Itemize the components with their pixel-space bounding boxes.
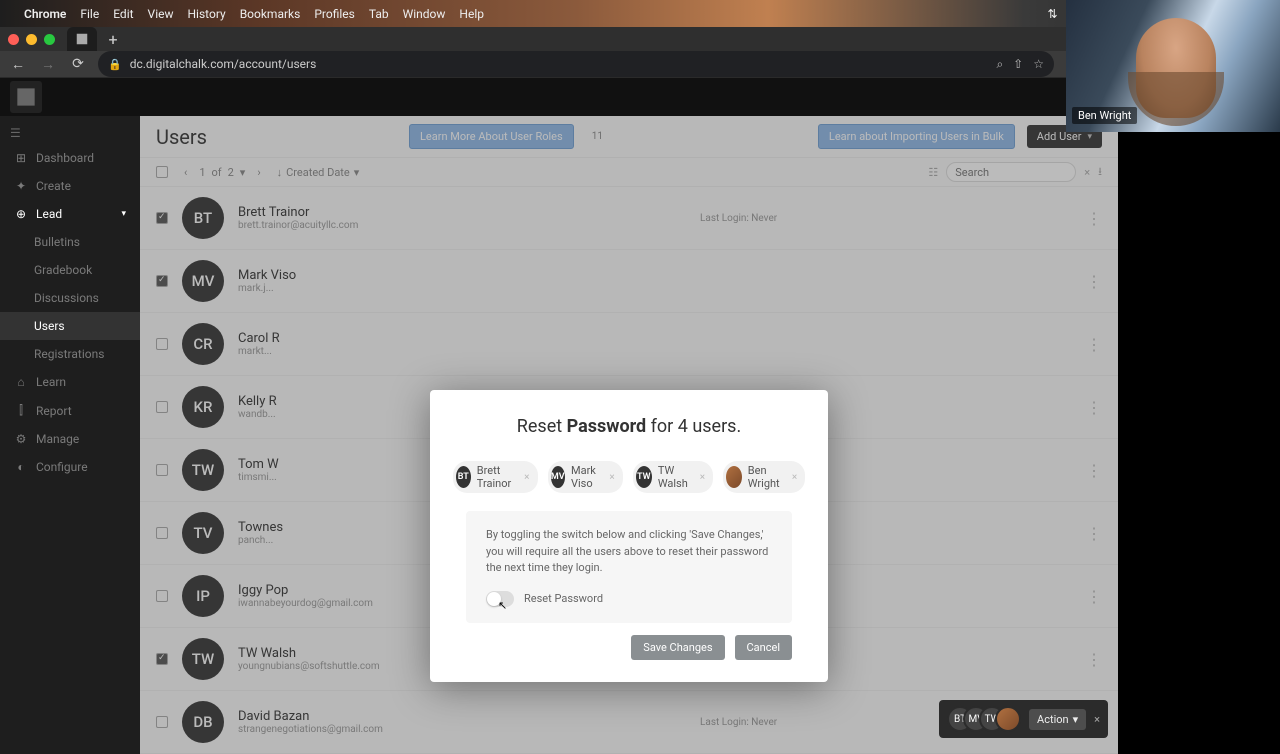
modal-description-block: By toggling the switch below and clickin… (466, 511, 792, 623)
app-header (0, 78, 1118, 116)
app-logo[interactable] (10, 81, 42, 113)
chip-name: Ben Wright (748, 464, 786, 490)
minimize-window-button[interactable] (26, 34, 37, 45)
sidebar-subitem[interactable]: Registrations (0, 340, 140, 368)
search-in-page-icon[interactable]: ⌕ (996, 57, 1003, 72)
bulk-action-toast: BTMVTW Action ▾ × (939, 700, 1108, 738)
sidebar-icon: ⫿ (14, 403, 28, 418)
chevron-down-icon: ▾ (1073, 713, 1079, 726)
sidebar-icon: ◐ (14, 460, 28, 474)
chip-name: TW Walsh (658, 464, 694, 490)
chevron-icon: ▾ (121, 209, 126, 219)
forward-button[interactable]: → (38, 56, 58, 73)
back-button[interactable]: ← (8, 56, 28, 73)
window-controls (8, 34, 55, 45)
user-chip: MV Mark Viso × (548, 461, 623, 493)
reset-password-toggle-row: ↖ Reset Password (486, 591, 772, 608)
menu-window[interactable]: Window (403, 7, 446, 21)
sidebar-subitem[interactable]: Discussions (0, 284, 140, 312)
menu-profiles[interactable]: Profiles (314, 7, 355, 21)
sidebar-item[interactable]: ✦Create (0, 172, 140, 200)
bookmark-star-icon[interactable]: ☆ (1033, 57, 1044, 72)
save-changes-button[interactable]: Save Changes (631, 635, 724, 660)
url-text: dc.digitalchalk.com/account/users (130, 57, 317, 71)
sidebar-item[interactable]: ⌂Learn (0, 368, 140, 396)
app-sidebar: ☰ ⊞Dashboard✦Create⊕Lead▾BulletinsGradeb… (0, 116, 140, 754)
sidebar-item[interactable]: ⫿Report (0, 396, 140, 425)
app-viewport: ☰ ⊞Dashboard✦Create⊕Lead▾BulletinsGradeb… (0, 78, 1118, 754)
modal-description: By toggling the switch below and clickin… (486, 527, 772, 577)
toast-close-button[interactable]: × (1094, 713, 1100, 726)
menubar-app-name[interactable]: Chrome (24, 7, 66, 21)
chip-avatar (726, 466, 742, 488)
sidebar-icon: ⊞ (14, 151, 28, 165)
sidebar-item[interactable]: ⊕Lead▾ (0, 200, 140, 228)
sidebar-icon: ⌂ (14, 375, 28, 389)
chip-avatar: MV (551, 466, 565, 488)
menu-edit[interactable]: Edit (113, 7, 133, 21)
sidebar-item[interactable]: ⚙Manage (0, 425, 140, 453)
chip-name: Mark Viso (571, 464, 603, 490)
menu-view[interactable]: View (148, 7, 174, 21)
sidebar-collapse-button[interactable]: ☰ (0, 122, 140, 144)
reset-password-toggle[interactable] (486, 591, 514, 607)
tab-strip: + (0, 27, 1118, 51)
share-icon[interactable]: ⇧ (1013, 57, 1023, 72)
sidebar-icon: ✦ (14, 179, 28, 193)
chip-avatar: BT (456, 466, 471, 488)
chip-remove-button[interactable]: × (524, 472, 529, 483)
chip-name: Brett Trainor (477, 464, 518, 490)
menu-tab[interactable]: Tab (369, 7, 389, 21)
menu-file[interactable]: File (80, 7, 99, 21)
new-tab-button[interactable]: + (101, 27, 125, 51)
browser-toolbar: ← → ⟳ 🔒 dc.digitalchalk.com/account/user… (0, 51, 1118, 77)
menu-history[interactable]: History (188, 7, 226, 21)
toast-avatar (995, 706, 1021, 732)
modal-actions: Save Changes Cancel (466, 635, 792, 660)
reset-password-modal: Reset Password for 4 users. BT Brett Tra… (430, 390, 828, 682)
selected-users-chips: BT Brett Trainor ×MV Mark Viso ×TW TW Wa… (466, 461, 792, 493)
modal-title: Reset Password for 4 users. (466, 416, 792, 437)
user-chip: Ben Wright × (723, 461, 805, 493)
lock-icon: 🔒 (108, 58, 122, 71)
menu-bookmarks[interactable]: Bookmarks (240, 7, 301, 21)
sidebar-subitem[interactable]: Users (0, 312, 140, 340)
user-chip: TW TW Walsh × (633, 461, 713, 493)
close-window-button[interactable] (8, 34, 19, 45)
browser-tab[interactable] (67, 27, 97, 51)
sidebar-item[interactable]: ◐Configure (0, 453, 140, 481)
user-chip: BT Brett Trainor × (453, 461, 538, 493)
omnibox[interactable]: 🔒 dc.digitalchalk.com/account/users ⌕ ⇧ … (98, 51, 1054, 77)
status-icon[interactable]: ⇅ (1047, 7, 1057, 21)
sidebar-subitem[interactable]: Gradebook (0, 256, 140, 284)
chip-avatar: TW (636, 466, 652, 488)
zoom-window-button[interactable] (44, 34, 55, 45)
browser-window: + ← → ⟳ 🔒 dc.digitalchalk.com/account/us… (0, 27, 1118, 710)
sidebar-icon: ⚙ (14, 432, 28, 446)
chip-remove-button[interactable]: × (792, 472, 797, 483)
webcam-name-label: Ben Wright (1072, 107, 1137, 124)
reload-button[interactable]: ⟳ (68, 56, 88, 72)
menu-help[interactable]: Help (459, 7, 484, 21)
cancel-button[interactable]: Cancel (735, 635, 792, 660)
sidebar-item[interactable]: ⊞Dashboard (0, 144, 140, 172)
bulk-action-button[interactable]: Action ▾ (1029, 709, 1086, 730)
chip-remove-button[interactable]: × (609, 472, 614, 483)
sidebar-icon: ⊕ (14, 207, 28, 221)
chip-remove-button[interactable]: × (700, 472, 705, 483)
sidebar-subitem[interactable]: Bulletins (0, 228, 140, 256)
webcam-overlay: Ben Wright (1066, 0, 1280, 132)
toggle-label: Reset Password (524, 591, 603, 608)
content-area: Users Learn More About User Roles 11 Lea… (140, 116, 1118, 754)
